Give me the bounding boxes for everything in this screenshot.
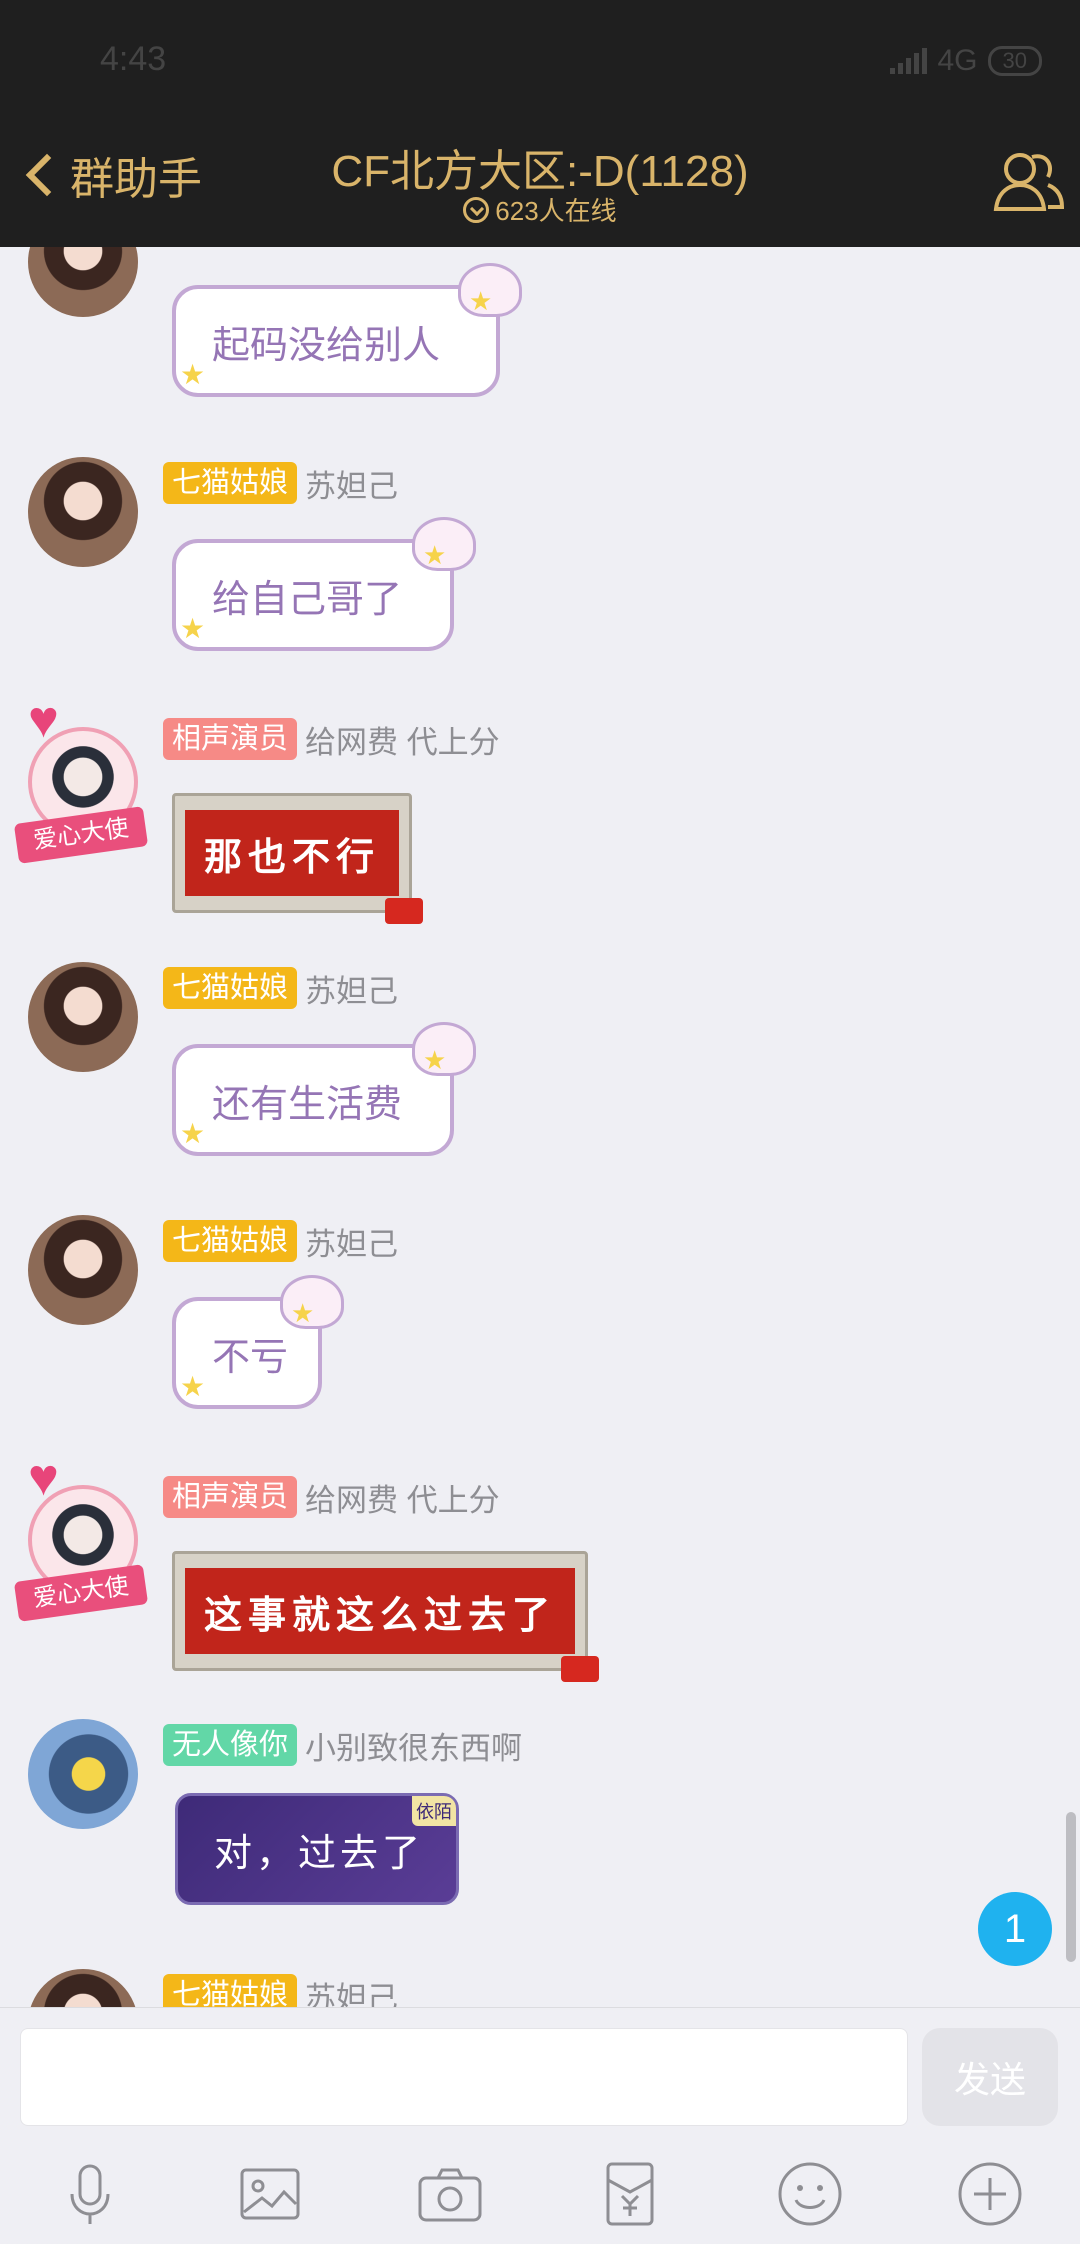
badge-ribbon: 爱心大使 [13,806,149,864]
sender-nickname: 苏妲己 [305,468,399,504]
title-tag: 相声演员 [163,718,298,760]
group-title: CF北方大区:-D(1128) [331,147,749,196]
sticker-message[interactable]: 这事就这么过去了 [172,1551,599,1682]
avatar[interactable] [28,457,138,567]
avatar[interactable] [28,1719,138,1829]
sender-line: 无人像你 小别致很东西啊 [163,1723,522,1767]
chat-header: 群助手 CF北方大区:-D(1128) 623人在线 [0,125,1080,247]
message-text: 起码没给别人 [212,324,441,367]
message-input[interactable] [20,2028,908,2126]
online-count-label: 623人在线 [495,196,617,226]
message-bubble[interactable]: 起码没给别人 ★ [172,263,522,397]
sender-nickname: 苏妲己 [305,1226,399,1262]
avatar[interactable] [28,1969,138,2007]
title-tag: 七猫姑娘 [163,1220,298,1262]
avatar[interactable] [28,247,138,317]
sticker-text: 对，过去了 [214,1830,425,1875]
sticker-message[interactable]: 对，过去了 依陌 [175,1793,459,1905]
group-members-icon[interactable] [988,139,1068,219]
scrollbar[interactable] [1066,1812,1076,1962]
input-bar: 发送 [0,2007,1080,2244]
bunny-decoration-icon [458,263,522,317]
sender-nickname: 给网费 代上分 [305,724,500,760]
chevron-down-icon [463,196,490,223]
emoji-icon[interactable] [775,2159,845,2229]
title-tag: 七猫姑娘 [163,967,298,1009]
signal-icon [890,48,928,74]
sender-line: 七猫姑娘 苏妲己 [163,1219,398,1263]
message-text: 不亏 [212,1336,289,1379]
message-bubble[interactable]: 不亏 ★ [172,1275,344,1409]
sender-nickname: 苏妲己 [305,1980,399,2008]
star-icon: ★ [180,359,206,390]
battery-icon: 30 [987,46,1042,76]
title-tag: 相声演员 [163,1476,298,1518]
sender-line: 相声演员 给网费 代上分 [163,717,500,761]
sender-nickname: 苏妲己 [305,973,399,1009]
online-count[interactable]: 623人在线 [0,191,1080,228]
message-text: 给自己哥了 [212,578,403,621]
sticker-message[interactable]: 那也不行 [172,793,423,924]
sender-line: 七猫姑娘 苏妲己 [163,461,398,505]
star-icon: ★ [180,613,206,644]
status-time: 4:43 [100,40,167,78]
status-bar: 4:43 4G 30 [0,0,1080,125]
status-right: 4G 30 [890,44,1042,78]
message-bubble[interactable]: 还有生活费 ★ [172,1022,476,1156]
message-bubble[interactable]: 给自己哥了 ★ [172,517,476,651]
send-button[interactable]: 发送 [922,2028,1058,2126]
camera-icon[interactable] [415,2159,485,2229]
title-tag: 七猫姑娘 [163,1974,298,2007]
network-type: 4G [937,44,978,77]
sender-nickname: 小别致很东西啊 [305,1730,523,1766]
title-tag: 七猫姑娘 [163,462,298,504]
message-text: 还有生活费 [212,1083,403,1126]
sticker-corner-label: 依陌 [412,1796,456,1826]
microphone-icon[interactable] [55,2159,125,2229]
bunny-decoration-icon [412,1022,476,1076]
plus-icon[interactable] [955,2159,1025,2229]
cart-icon [385,898,423,924]
badge-ribbon: 爱心大使 [13,1564,149,1622]
sender-line: 七猫姑娘 苏妲己 [163,966,398,1010]
star-icon: ★ [180,1118,206,1149]
bunny-decoration-icon [412,517,476,571]
bunny-decoration-icon [280,1275,344,1329]
input-toolbar [0,2154,1080,2234]
avatar[interactable] [28,1215,138,1325]
sender-line: 相声演员 给网费 代上分 [163,1475,500,1519]
sender-line: 七猫姑娘 苏妲己 [163,1973,398,2007]
red-packet-icon[interactable] [595,2159,665,2229]
sender-nickname: 给网费 代上分 [305,1482,500,1518]
new-message-badge[interactable]: 1 [978,1892,1052,1966]
title-tag: 无人像你 [163,1724,298,1766]
sticker-text: 那也不行 [185,810,399,896]
avatar[interactable] [28,962,138,1072]
image-icon[interactable] [235,2159,305,2229]
sticker-text: 这事就这么过去了 [185,1568,575,1654]
star-icon: ★ [180,1371,206,1402]
cart-icon [561,1656,599,1682]
message-list[interactable]: 起码没给别人 ★ 七猫姑娘 苏妲己 给自己哥了 ★ ♥ 爱心大使 相声演员 给网… [0,247,1080,2007]
